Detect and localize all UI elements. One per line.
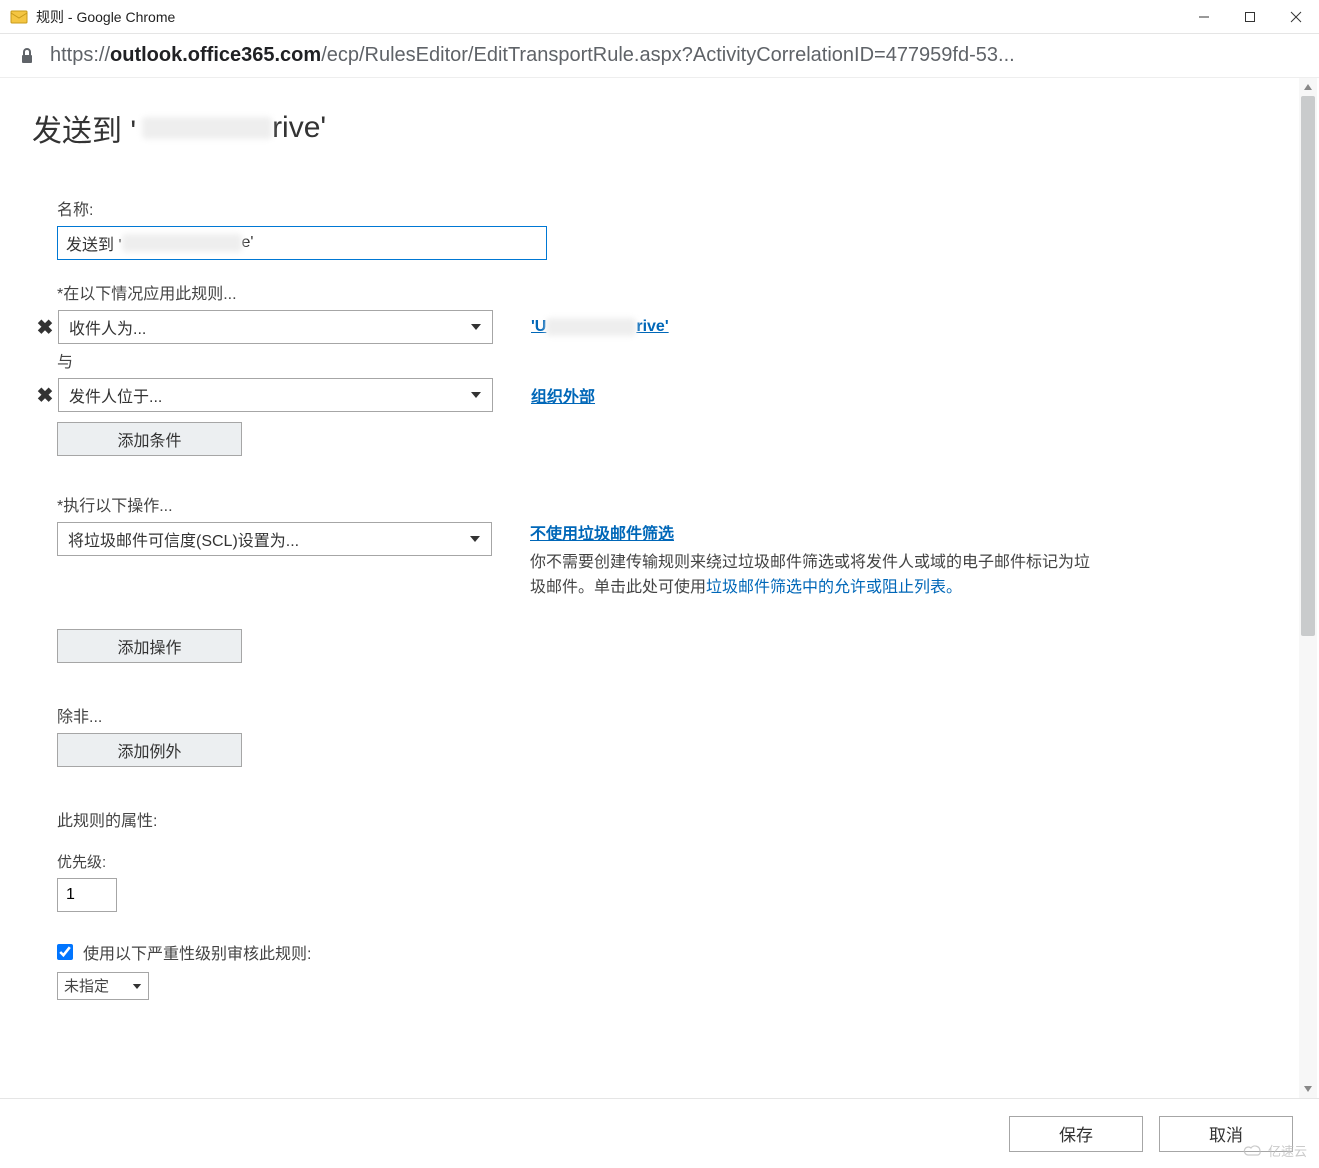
maximize-button[interactable] [1227, 0, 1273, 34]
close-button[interactable] [1273, 0, 1319, 34]
audit-checkbox[interactable] [57, 944, 73, 960]
action-value-link[interactable]: 不使用垃圾邮件筛选 [530, 522, 1090, 548]
priority-input[interactable]: 1 [57, 878, 117, 912]
content-area: 发送到 ' rive' 名称: 发送到 ' e' *在以下情况应用此规则... … [0, 78, 1299, 1098]
spam-filter-link[interactable]: 垃圾邮件筛选中的允许或阻止列表。 [706, 579, 962, 596]
except-label: 除非... [57, 703, 1122, 727]
lock-icon [18, 47, 36, 65]
condition-2-value[interactable]: 组织外部 [531, 383, 595, 407]
condition-row-2: ✖ 发件人位于... 组织外部 [32, 378, 1122, 412]
chevron-down-icon [470, 386, 482, 404]
action-select[interactable]: 将垃圾邮件可信度(SCL)设置为... [57, 522, 492, 556]
name-label: 名称: [57, 196, 1122, 220]
add-exception-button[interactable]: 添加例外 [57, 733, 242, 767]
properties-label: 此规则的属性: [57, 807, 1122, 831]
chevron-down-icon [470, 318, 482, 336]
address-bar: https://outlook.office365.com/ecp/RulesE… [0, 34, 1319, 78]
add-action-button[interactable]: 添加操作 [57, 629, 242, 663]
chevron-down-icon [469, 530, 481, 548]
scrollbar-thumb[interactable] [1301, 96, 1315, 636]
action-label: *执行以下操作... [57, 492, 1122, 516]
condition-1-value[interactable]: 'Urive' [531, 318, 669, 336]
condition-row-1: ✖ 收件人为... 'Urive' [32, 310, 1122, 344]
and-label: 与 [57, 348, 1122, 372]
add-condition-button[interactable]: 添加条件 [57, 422, 242, 456]
priority-label: 优先级: [57, 851, 1122, 872]
name-input[interactable]: 发送到 ' e' [57, 226, 547, 260]
remove-condition-1-button[interactable]: ✖ [32, 315, 58, 340]
remove-condition-2-button[interactable]: ✖ [32, 383, 58, 408]
bottom-bar: 保存 取消 [0, 1098, 1319, 1168]
action-description: 不使用垃圾邮件筛选 你不需要创建传输规则来绕过垃圾邮件筛选或将发件人或域的电子邮… [530, 522, 1090, 601]
watermark: 亿速云 [1242, 1141, 1307, 1160]
vertical-scrollbar[interactable] [1299, 78, 1317, 1098]
page-title: 发送到 ' rive' [32, 106, 1122, 150]
condition-1-select[interactable]: 收件人为... [58, 310, 493, 344]
window-titlebar: 规则 - Google Chrome [0, 0, 1319, 34]
scroll-down-icon[interactable] [1299, 1080, 1317, 1098]
audit-checkbox-label: 使用以下严重性级别审核此规则: [83, 940, 311, 964]
scroll-up-icon[interactable] [1299, 78, 1317, 96]
severity-select[interactable]: 未指定 [57, 972, 149, 1000]
url-text[interactable]: https://outlook.office365.com/ecp/RulesE… [50, 44, 1015, 67]
condition-2-select[interactable]: 发件人位于... [58, 378, 493, 412]
apply-rule-label: *在以下情况应用此规则... [57, 280, 1122, 304]
redacted-text [142, 117, 272, 139]
save-button[interactable]: 保存 [1009, 1116, 1143, 1152]
window-title: 规则 - Google Chrome [36, 7, 1181, 27]
chevron-down-icon [132, 977, 142, 994]
minimize-button[interactable] [1181, 0, 1227, 34]
app-icon [10, 8, 28, 26]
